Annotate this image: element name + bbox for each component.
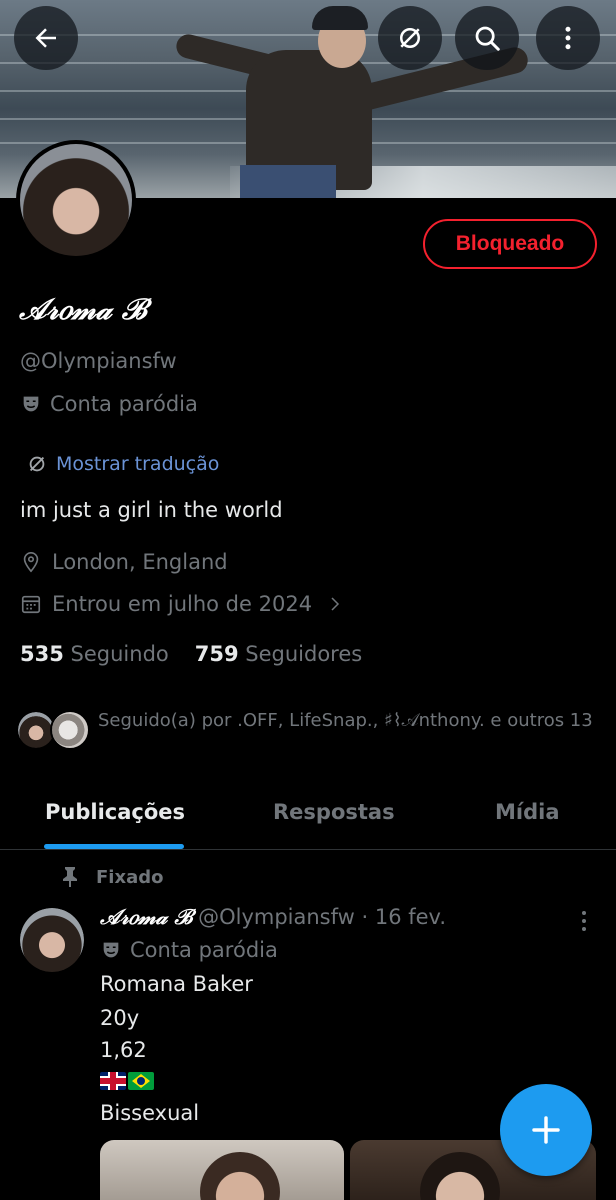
post-parody-text: Conta paródia — [130, 938, 278, 962]
post-author-name[interactable]: 𝒜𝓇𝑜𝓂𝒶 ℬ — [100, 904, 192, 930]
followers-label: Seguidores — [245, 642, 363, 666]
joined-row[interactable]: Entrou em julho de 2024 — [20, 592, 344, 616]
parody-label: Conta paródia — [20, 392, 198, 416]
post-more-icon[interactable] — [572, 908, 596, 934]
post-header: 𝒜𝓇𝑜𝓂𝒶 ℬ @Olympiansfw · 16 fev. — [100, 904, 446, 930]
uk-flag-icon — [100, 1072, 126, 1090]
followed-by-text: Seguido(a) por .OFF, LifeSnap., ♯⌇𝒜nthon… — [98, 710, 593, 731]
translate-icon — [29, 456, 45, 472]
following-label: Seguindo — [70, 642, 169, 666]
location-row: London, England — [20, 550, 228, 574]
tab-posts[interactable]: Publicações — [45, 800, 185, 824]
back-arrow-icon — [35, 28, 56, 48]
post-flags — [100, 1072, 154, 1090]
followers-count: 759 — [194, 642, 239, 666]
followers-stat[interactable]: 759 Seguidores — [195, 642, 362, 666]
more-button[interactable] — [536, 6, 600, 70]
follow-stats: 535 Seguindo 759 Seguidores — [20, 642, 362, 666]
user-handle: @Olympiansfw — [20, 349, 177, 373]
following-stat[interactable]: 535 Seguindo — [20, 642, 169, 666]
post-media-image[interactable] — [100, 1140, 344, 1200]
post-text-line: 1,62 — [100, 1038, 147, 1062]
brazil-flag-icon — [128, 1072, 154, 1090]
translate-icon — [400, 28, 420, 48]
joined-text: Entrou em julho de 2024 — [52, 592, 313, 616]
tab-media[interactable]: Mídia — [495, 800, 560, 824]
active-tab-indicator — [44, 844, 184, 849]
parody-mask-icon — [103, 942, 119, 958]
followed-by-avatars — [16, 710, 96, 750]
post-meta: @Olympiansfw · 16 fev. — [198, 905, 447, 929]
back-button[interactable] — [14, 6, 78, 70]
blocked-button[interactable]: Bloqueado — [423, 219, 597, 269]
translate-button[interactable] — [378, 6, 442, 70]
show-translation-link[interactable]: Mostrar tradução — [26, 453, 219, 475]
show-translation-text: Mostrar tradução — [56, 453, 220, 475]
plus-icon — [532, 1116, 560, 1144]
post-text-line: Romana Baker — [100, 972, 253, 996]
profile-avatar[interactable] — [16, 140, 136, 260]
location-text: London, England — [52, 550, 228, 574]
more-vertical-icon — [565, 26, 571, 50]
calendar-icon — [21, 595, 41, 614]
follower-avatar — [50, 710, 90, 750]
compose-button[interactable] — [500, 1084, 592, 1176]
pinned-label: Fixado — [60, 866, 163, 888]
search-icon — [475, 26, 500, 51]
profile-tabs: Publicações Respostas Mídia — [0, 782, 616, 850]
pinned-text: Fixado — [96, 866, 164, 888]
parody-text: Conta paródia — [50, 392, 198, 416]
post-parody-label: Conta paródia — [100, 938, 278, 962]
display-name: 𝒜𝓇𝑜𝓂𝒶 ℬ — [19, 292, 147, 326]
location-pin-icon — [23, 552, 39, 573]
post-text-line: 20y — [100, 1006, 140, 1030]
parody-mask-icon — [23, 396, 39, 412]
bio-text: im just a girl in the world — [20, 498, 283, 522]
post-text-line: Bissexual — [100, 1101, 200, 1125]
tab-replies[interactable]: Respostas — [273, 800, 395, 824]
chevron-right-icon — [331, 597, 340, 611]
pin-icon — [63, 867, 77, 887]
search-button[interactable] — [455, 6, 519, 70]
post-author-avatar[interactable] — [20, 908, 84, 972]
following-count: 535 — [20, 642, 64, 666]
